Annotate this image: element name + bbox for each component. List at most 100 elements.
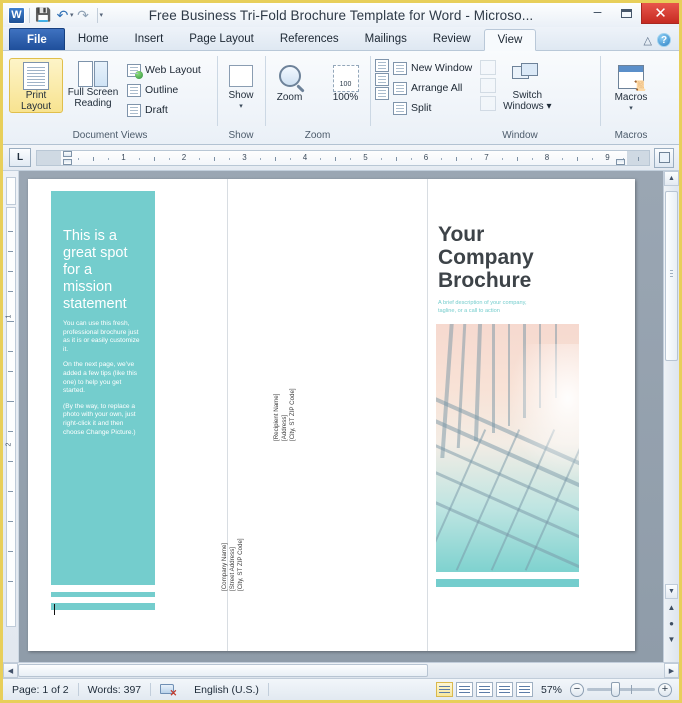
ruler-tick bbox=[274, 156, 276, 161]
close-button[interactable]: ✕ bbox=[641, 3, 679, 24]
return-address-block[interactable]: [Company Name] [Street Address] [City, S… bbox=[221, 519, 245, 591]
ribbon-group-document-views: Print Layout Full Screen Reading Web Lay… bbox=[3, 51, 217, 144]
window-dim-icons bbox=[476, 57, 497, 111]
customize-quick-access-icon[interactable]: ▾ bbox=[100, 11, 104, 19]
split-button[interactable]: Split bbox=[389, 98, 476, 118]
hanging-indent-marker[interactable] bbox=[63, 158, 72, 165]
tab-review[interactable]: Review bbox=[420, 28, 484, 50]
window-small-buttons: New Window Arrange All Split bbox=[389, 57, 476, 118]
draft-view-button[interactable] bbox=[515, 682, 533, 697]
left-panel-accent-bar-2 bbox=[51, 603, 155, 610]
document-canvas[interactable]: This is a great spot for a mission state… bbox=[19, 171, 663, 662]
show-icon bbox=[229, 65, 253, 87]
save-icon[interactable]: 💾 bbox=[34, 6, 53, 25]
glass-office-building-photo[interactable] bbox=[436, 324, 579, 572]
outline-button[interactable]: Outline bbox=[123, 80, 205, 100]
document-page-1[interactable]: This is a great spot for a mission state… bbox=[28, 179, 635, 651]
zoom-slider[interactable] bbox=[587, 682, 655, 697]
tab-references[interactable]: References bbox=[267, 28, 352, 50]
show-label: Show bbox=[228, 90, 254, 101]
switch-windows-button[interactable]: Switch Windows ▾ bbox=[496, 57, 558, 112]
scroll-up-button[interactable]: ▲ bbox=[664, 171, 679, 186]
ribbon-group-macros: Macros ▾ Macros bbox=[600, 51, 662, 144]
ruler-tick bbox=[153, 156, 155, 161]
scroll-right-button[interactable]: ▶ bbox=[664, 663, 679, 678]
ruler-number-2: 2 bbox=[181, 152, 187, 162]
scroll-down-button[interactable]: ▼ bbox=[665, 584, 678, 599]
next-page-button[interactable]: ▼ bbox=[665, 632, 678, 647]
scroll-left-button[interactable]: ◀ bbox=[3, 663, 18, 678]
web-layout-button[interactable]: Web Layout bbox=[123, 60, 205, 80]
ruler-tick bbox=[138, 157, 140, 160]
draft-button[interactable]: Draft bbox=[123, 100, 205, 120]
vertical-scroll-thumb[interactable] bbox=[665, 191, 678, 361]
zoom-button[interactable]: Zoom bbox=[263, 62, 317, 103]
page-indicator[interactable]: Page: 1 of 2 bbox=[3, 682, 78, 698]
tab-stop-selector[interactable]: L bbox=[9, 148, 31, 167]
ruler-tick bbox=[577, 156, 579, 161]
zoom-out-button[interactable]: − bbox=[570, 682, 584, 697]
vertical-scrollbar[interactable]: ▲ ▲ ● ▼ ▼ bbox=[663, 171, 679, 662]
language-indicator[interactable]: English (U.S.) bbox=[185, 682, 268, 698]
synchronous-scrolling-icon[interactable] bbox=[375, 73, 389, 86]
tab-home[interactable]: Home bbox=[65, 28, 122, 50]
reset-position-dim-icon bbox=[480, 96, 497, 111]
full-screen-reading-button[interactable]: Full Screen Reading bbox=[63, 58, 123, 109]
maximize-button[interactable] bbox=[612, 3, 641, 24]
horizontal-ruler-row: L 1 2 3 4 5 6 7 8 9 bbox=[3, 145, 679, 171]
brochure-title-line-1[interactable]: Your bbox=[438, 223, 578, 246]
redo-icon[interactable]: ↷ bbox=[74, 6, 93, 25]
view-side-by-side-dim-icon bbox=[480, 60, 497, 75]
text-cursor bbox=[54, 604, 55, 615]
switch-windows-label-1: Switch bbox=[512, 90, 542, 101]
zoom-100-button[interactable]: 100 100% bbox=[319, 62, 373, 103]
arrange-all-button[interactable]: Arrange All bbox=[389, 78, 476, 98]
full-screen-reading-view-button[interactable] bbox=[455, 682, 473, 697]
horizontal-ruler[interactable]: 1 2 3 4 5 6 7 8 9 bbox=[36, 149, 650, 166]
group-label-document-views: Document Views bbox=[72, 130, 148, 141]
previous-page-button[interactable]: ▲ bbox=[665, 600, 678, 615]
brochure-subtitle[interactable]: A brief description of your company, tag… bbox=[438, 300, 544, 315]
print-layout-view-button[interactable] bbox=[435, 682, 453, 697]
brochure-title-line-3[interactable]: Brochure bbox=[438, 269, 598, 292]
macros-button[interactable]: Macros ▾ bbox=[604, 62, 658, 114]
status-bar: Page: 1 of 2 Words: 397 English (U.S.) 5… bbox=[3, 678, 679, 700]
tab-page-layout[interactable]: Page Layout bbox=[176, 28, 267, 50]
zoom-in-button[interactable]: + bbox=[658, 682, 672, 697]
vertical-ruler[interactable]: 1 2 bbox=[3, 171, 19, 662]
brochure-title-line-2[interactable]: Company bbox=[438, 246, 598, 269]
right-indent-marker[interactable] bbox=[616, 158, 625, 165]
select-browse-object-icon[interactable] bbox=[654, 147, 674, 168]
reset-window-position-icon[interactable] bbox=[375, 87, 389, 100]
help-icon[interactable]: ? bbox=[657, 33, 671, 47]
select-browse-object-button[interactable]: ● bbox=[665, 616, 678, 631]
macros-icon bbox=[618, 65, 646, 92]
recipient-address-block[interactable]: [Recipient Name] [Address] [City, ST ZIP… bbox=[273, 369, 297, 441]
show-button[interactable]: Show ▾ bbox=[214, 62, 268, 112]
mission-statement-panel[interactable]: This is a great spot for a mission state… bbox=[51, 191, 155, 585]
zoom-slider-knob[interactable] bbox=[611, 682, 620, 697]
tab-mailings[interactable]: Mailings bbox=[352, 28, 420, 50]
tab-view[interactable]: View bbox=[483, 29, 537, 51]
view-side-by-side-icon[interactable] bbox=[375, 59, 389, 72]
ruler-number-1: 1 bbox=[121, 152, 126, 162]
fsr-label-2: Reading bbox=[74, 98, 112, 109]
outline-view-button[interactable] bbox=[495, 682, 513, 697]
tab-file[interactable]: File bbox=[9, 28, 65, 50]
fold-line-right bbox=[427, 179, 428, 651]
first-line-indent-marker[interactable] bbox=[63, 150, 72, 157]
print-layout-button[interactable]: Print Layout bbox=[9, 58, 63, 113]
horizontal-scrollbar[interactable]: ◀ ▶ bbox=[3, 662, 679, 678]
tab-insert[interactable]: Insert bbox=[122, 28, 177, 50]
minimize-button[interactable]: – bbox=[583, 3, 612, 24]
proofing-errors-icon[interactable] bbox=[151, 682, 185, 699]
ruler-tick bbox=[259, 157, 261, 160]
ribbon-group-show: Show ▾ Show bbox=[217, 51, 265, 144]
ruler-number-4: 4 bbox=[302, 152, 308, 162]
horizontal-scroll-thumb[interactable] bbox=[18, 664, 428, 677]
web-layout-view-button[interactable] bbox=[475, 682, 493, 697]
word-count[interactable]: Words: 397 bbox=[79, 682, 151, 698]
new-window-button[interactable]: New Window bbox=[389, 58, 476, 78]
minimize-ribbon-icon[interactable]: △ bbox=[644, 34, 652, 47]
zoom-level[interactable]: 57% bbox=[536, 684, 567, 696]
